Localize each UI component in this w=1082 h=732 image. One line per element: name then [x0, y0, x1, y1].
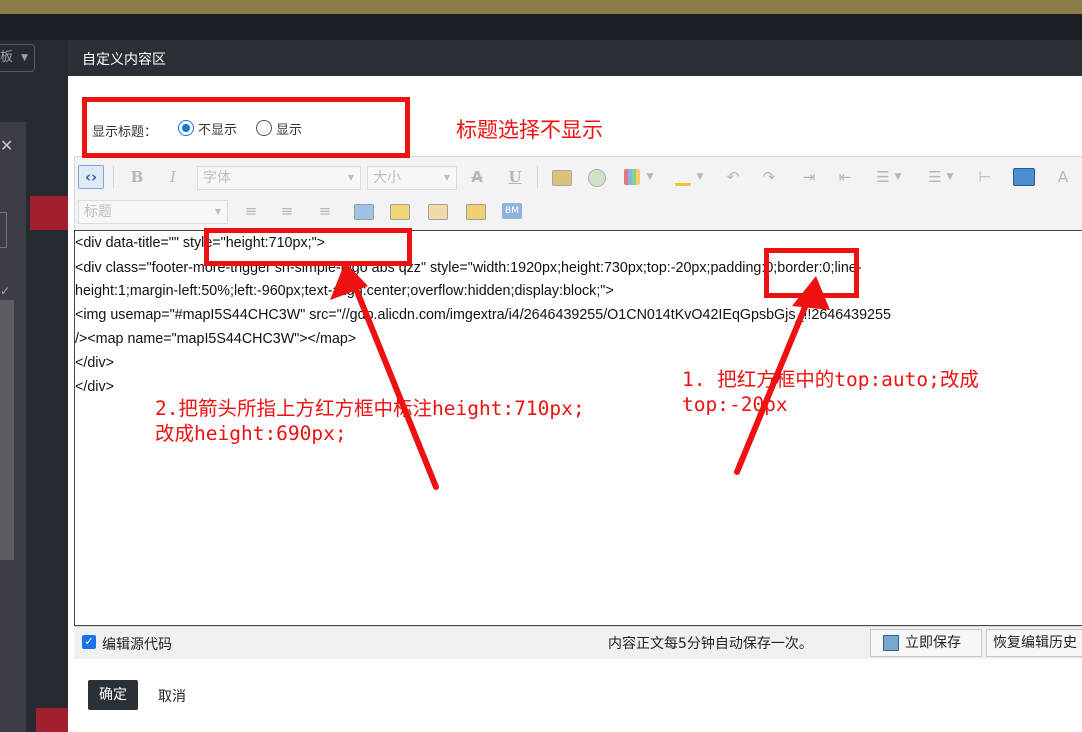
radio-hide-title[interactable] [178, 120, 194, 136]
outdent-icon[interactable]: ⇤ [833, 166, 857, 188]
background-red-tab [30, 196, 68, 230]
align-left-icon[interactable]: ≡ [239, 200, 263, 222]
toolbar-divider [537, 166, 538, 188]
code-line: <div data-title="" style="height:710px;"… [75, 235, 326, 251]
background-select: 板 ▼ [0, 44, 35, 72]
edit-source-checkbox[interactable]: ✓ [82, 635, 96, 649]
custom-content-dialog: 自定义内容区 显示标题： 不显示 显示 ‹› B I 字体 ▼ 大小 ▼ A U… [68, 40, 1082, 732]
chevron-down-icon: ▼ [21, 53, 28, 63]
font-size-select[interactable]: 大小 ▼ [367, 166, 457, 190]
editor-footer: ✓ 编辑源代码 内容正文每5分钟自动保存一次。 立即保存 恢复编辑历史 [74, 626, 1082, 659]
toolbar-divider [113, 166, 114, 188]
restore-history-button[interactable]: 恢复编辑历史 [986, 629, 1082, 657]
save-icon [883, 635, 899, 651]
redo-icon[interactable]: ↷ [757, 166, 781, 188]
emoticon-icon[interactable] [588, 169, 606, 187]
show-title-label: 显示标题： [92, 125, 158, 140]
bm-icon[interactable]: BM [502, 203, 522, 219]
bold-icon[interactable]: B [125, 166, 149, 188]
dialog-title: 自定义内容区 [82, 52, 166, 68]
close-icon: ✕ [0, 136, 14, 155]
heading-value: 标题 [84, 204, 112, 220]
chevron-down-icon[interactable]: ▼ [693, 166, 707, 188]
code-line: /><map name="mapI5S44CHC3W"></map> [75, 331, 357, 347]
indent-icon[interactable]: ⇥ [797, 166, 821, 188]
underline-icon[interactable]: U [503, 166, 527, 188]
top-nav-bar [0, 14, 1082, 40]
font-family-value: 字体 [203, 170, 231, 186]
source-code-icon[interactable]: ‹› [78, 165, 104, 189]
heading-select[interactable]: 标题 ▼ [78, 200, 228, 224]
chevron-down-icon[interactable]: ▼ [943, 166, 957, 188]
chevron-down-icon: ▼ [347, 173, 354, 182]
preview-icon[interactable] [1013, 168, 1035, 186]
background-scrollbar [0, 300, 14, 560]
editor-toolbar: ‹› B I 字体 ▼ 大小 ▼ A U ▼ ▼ ↶ ↷ ⇥ ⇤ ☰ ▼ ☰ ▼… [74, 156, 1082, 231]
source-code-editor[interactable]: <div data-title="" style="height:710px;"… [74, 230, 1082, 626]
align-right-icon[interactable]: ≡ [313, 200, 337, 222]
table-icon[interactable] [624, 169, 640, 185]
background-select-text: 板 [0, 50, 14, 65]
chevron-down-icon: ▼ [214, 207, 221, 216]
confirm-button[interactable]: 确定 [88, 680, 138, 710]
code-line: <div class="footer-more-trigger sn-simpl… [75, 260, 862, 276]
chevron-down-icon[interactable]: ▼ [643, 166, 657, 188]
font-size-value: 大小 [373, 170, 401, 186]
code-line: </div> [75, 355, 114, 371]
italic-icon[interactable]: I [161, 166, 185, 188]
align-center-icon[interactable]: ≡ [275, 200, 299, 222]
grid-icon[interactable] [354, 204, 374, 220]
radio-hide-title-label[interactable]: 不显示 [198, 119, 237, 138]
code-line: <img usemap="#mapI5S44CHC3W" src="//gdp.… [75, 307, 891, 323]
image-icon[interactable] [552, 170, 572, 186]
clear-format-icon[interactable]: A [1051, 166, 1075, 188]
radio-show-title-label[interactable]: 显示 [276, 119, 302, 138]
horizontal-rule-icon[interactable]: ⊢ [973, 166, 997, 188]
glasses-icon[interactable] [390, 204, 410, 220]
strikethrough-icon[interactable]: A [465, 166, 489, 188]
cancel-button[interactable]: 取消 [158, 686, 186, 706]
code-line: </div> [75, 379, 114, 395]
radio-show-title[interactable] [256, 120, 272, 136]
background-input [0, 212, 7, 248]
edit-source-label[interactable]: 编辑源代码 [102, 634, 172, 654]
background-red-button [36, 708, 68, 732]
autosave-notice: 内容正文每5分钟自动保存一次。 [608, 636, 813, 652]
top-banner [0, 0, 1082, 14]
background-check-icon: ✓ [0, 284, 11, 298]
save-now-label: 立即保存 [905, 635, 961, 651]
save-now-button[interactable]: 立即保存 [870, 629, 982, 657]
chevron-down-icon: ▼ [443, 173, 450, 182]
frame-icon[interactable] [428, 204, 448, 220]
font-family-select[interactable]: 字体 ▼ [197, 166, 361, 190]
fill-color-icon[interactable] [675, 169, 691, 186]
chevron-down-icon[interactable]: ▼ [891, 166, 905, 188]
code-line: height:1;margin-left:50%;left:-960px;tex… [75, 283, 614, 299]
dialog-header: 自定义内容区 [68, 40, 1082, 76]
undo-icon[interactable]: ↶ [721, 166, 745, 188]
split-icon[interactable] [466, 204, 486, 220]
